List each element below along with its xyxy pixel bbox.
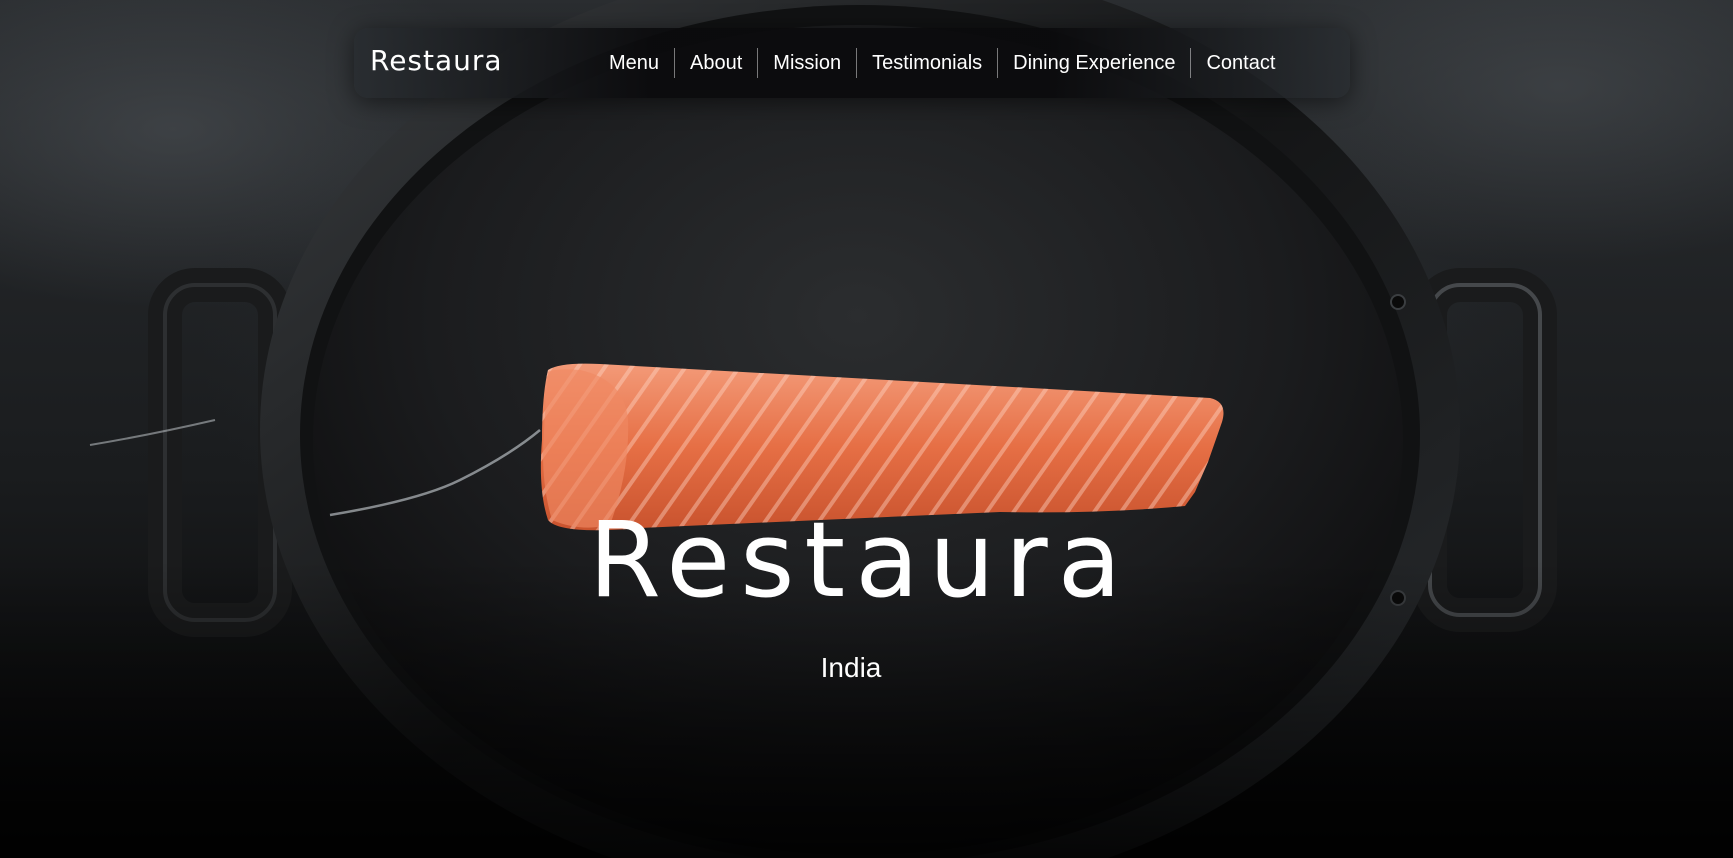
- brand-logo[interactable]: Restaura: [370, 44, 503, 77]
- nav-link-dining-experience[interactable]: Dining Experience: [998, 52, 1190, 75]
- nav-link-menu[interactable]: Menu: [594, 52, 674, 75]
- nav-links: Menu About Mission Testimonials Dining E…: [594, 28, 1290, 98]
- hero-background-image: [0, 0, 1733, 858]
- hero-subtitle: India: [820, 652, 882, 683]
- nav-link-mission[interactable]: Mission: [758, 52, 856, 75]
- hero-title: Restaura: [588, 499, 1132, 621]
- nav-link-contact[interactable]: Contact: [1191, 52, 1290, 75]
- navbar: Restaura Menu About Mission Testimonials…: [354, 28, 1350, 98]
- hero-section: Restaura Menu About Mission Testimonials…: [0, 0, 1733, 858]
- nav-link-about[interactable]: About: [675, 52, 757, 75]
- nav-link-testimonials[interactable]: Testimonials: [857, 52, 997, 75]
